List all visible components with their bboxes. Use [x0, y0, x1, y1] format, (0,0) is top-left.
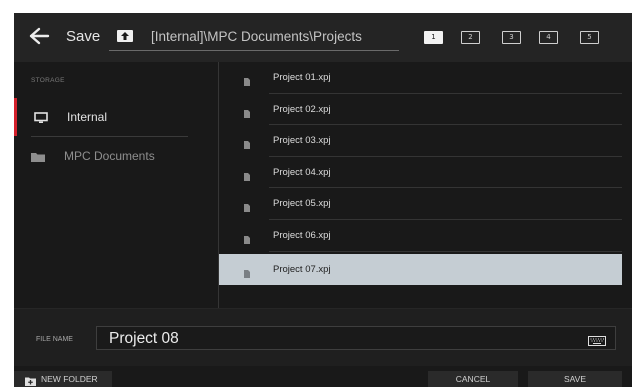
- monitor-icon: [34, 111, 48, 129]
- file-row[interactable]: Project 05.xpj: [219, 188, 622, 220]
- filename-input[interactable]: Project 08: [96, 326, 616, 350]
- slot-2-button[interactable]: 2: [461, 31, 480, 44]
- storage-heading: STORAGE: [31, 77, 65, 84]
- sidebar-item-mpc-documents[interactable]: MPC Documents: [14, 137, 188, 175]
- file-name: Project 03.xpj: [273, 135, 331, 147]
- slot-1-button[interactable]: 1: [424, 31, 443, 44]
- slot-4-button[interactable]: 4: [539, 31, 558, 44]
- file-icon: [244, 168, 250, 186]
- cancel-button[interactable]: CANCEL: [428, 371, 518, 387]
- file-name: Project 02.xpj: [273, 103, 331, 115]
- path-underline: [109, 50, 399, 51]
- filename-label: FILE NAME: [36, 336, 73, 343]
- save-dialog: Save [Internal]\MPC Documents\Projects 1…: [14, 13, 632, 387]
- save-button[interactable]: SAVE: [528, 371, 622, 387]
- file-row[interactable]: Project 06.xpj: [219, 220, 622, 252]
- file-icon: [244, 231, 250, 249]
- sidebar-item-internal[interactable]: Internal: [14, 98, 188, 136]
- file-row[interactable]: Project 01.xpj: [219, 62, 622, 94]
- arrow-left-icon: [29, 27, 50, 45]
- page-title: Save: [66, 28, 101, 45]
- folder-up-icon: [121, 32, 129, 40]
- file-icon: [244, 105, 250, 123]
- slot-3-button[interactable]: 3: [502, 31, 521, 44]
- folder-up-button[interactable]: [117, 30, 133, 42]
- slot-5-button[interactable]: 5: [580, 31, 599, 44]
- sidebar-item-label: Internal: [67, 110, 108, 124]
- sidebar-item-label: MPC Documents: [64, 149, 155, 163]
- folder-icon: [31, 150, 45, 168]
- file-row-selected[interactable]: Project 07.xpj: [219, 254, 622, 285]
- file-row[interactable]: Project 04.xpj: [219, 157, 622, 189]
- file-name: Project 05.xpj: [273, 198, 331, 210]
- file-icon: [244, 136, 250, 154]
- new-folder-label: NEW FOLDER: [41, 374, 98, 384]
- file-name: Project 06.xpj: [273, 230, 331, 241]
- back-button[interactable]: [28, 24, 50, 48]
- file-name: Project 07.xpj: [273, 264, 331, 275]
- keyboard-icon[interactable]: [588, 333, 606, 351]
- row-divider: [269, 250, 622, 252]
- file-row[interactable]: Project 03.xpj: [219, 125, 622, 157]
- file-row[interactable]: Project 02.xpj: [219, 94, 622, 126]
- file-icon: [244, 265, 250, 283]
- file-name: Project 01.xpj: [273, 72, 331, 83]
- new-folder-button[interactable]: NEW FOLDER: [14, 371, 112, 387]
- file-name: Project 04.xpj: [273, 166, 331, 178]
- current-path: [Internal]\MPC Documents\Projects: [151, 29, 362, 44]
- filename-bar: FILE NAME Project 08: [14, 308, 632, 366]
- header-bar: Save [Internal]\MPC Documents\Projects 1…: [14, 13, 632, 62]
- file-icon: [244, 73, 250, 91]
- file-icon: [244, 199, 250, 217]
- new-folder-icon: [25, 375, 36, 387]
- filename-value: Project 08: [109, 330, 179, 347]
